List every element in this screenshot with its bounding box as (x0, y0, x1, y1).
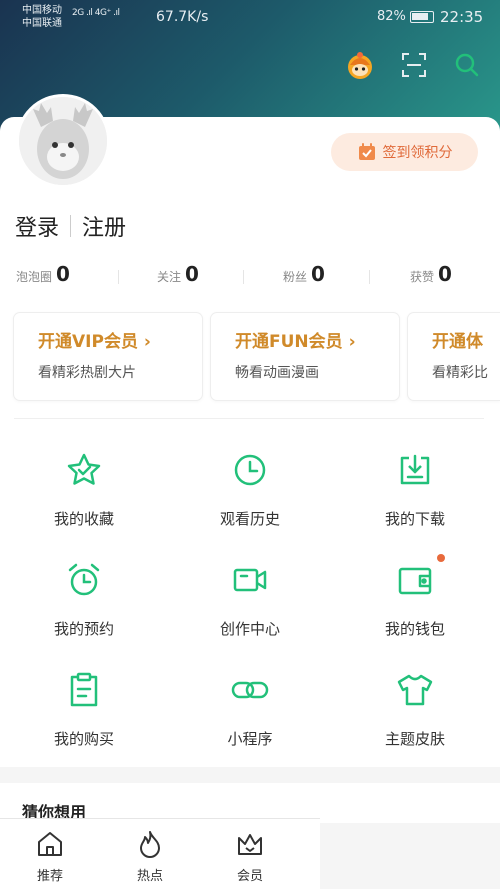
download-icon (395, 450, 435, 490)
crown-icon (238, 834, 262, 855)
notification-dot (437, 554, 445, 562)
calendar-check-icon (358, 143, 375, 160)
stat-divider (118, 270, 119, 284)
grid-label: 小程序 (227, 730, 273, 748)
vip-card-sports[interactable]: 开通体 看精彩比 (408, 313, 500, 400)
vip-card-subtitle: 看精彩热剧大片 (38, 365, 136, 381)
video-camera-icon (230, 560, 270, 600)
grid-reservations[interactable]: 我的预约 (9, 560, 159, 639)
grid-label: 我的下载 (384, 510, 445, 528)
stat-divider (243, 270, 244, 284)
stat-followers[interactable]: 粉丝 0 (283, 262, 325, 286)
signin-points-button[interactable]: 签到领积分 (331, 133, 478, 171)
signal-indicator: 2G .ıl 4G⁺ .ıl (72, 8, 120, 18)
mascot-avatar-icon[interactable] (343, 48, 377, 82)
grid-mini-programs[interactable]: 小程序 (175, 670, 325, 749)
login-link[interactable]: 登录 (15, 210, 59, 242)
grid-favorites[interactable]: 我的收藏 (9, 450, 159, 529)
star-icon (64, 450, 104, 490)
carrier-1: 中国移动 (22, 5, 62, 16)
wallet-icon (395, 554, 445, 600)
clipboard-icon (64, 670, 104, 710)
grid-label: 观看历史 (219, 510, 280, 528)
grid-label: 我的钱包 (384, 620, 445, 638)
nav-label: 热点 (136, 869, 163, 884)
stat-divider (369, 270, 370, 284)
stat-label: 粉丝 (283, 270, 308, 284)
stat-value: 0 (56, 262, 70, 286)
user-avatar[interactable] (16, 94, 110, 188)
grid-label: 我的收藏 (53, 510, 114, 528)
vip-card-vip[interactable]: 开通VIP会员 › 看精彩热剧大片 (14, 313, 202, 400)
grid-wallet[interactable]: 我的钱包 (340, 554, 490, 639)
grid-downloads[interactable]: 我的下载 (340, 450, 490, 529)
bottom-nav: 推荐 热点 会员 (0, 818, 320, 889)
vip-card-title: 开通FUN会员 › (235, 332, 356, 352)
clock: 22:35 (440, 8, 484, 26)
status-bar: 中国移动 中国联通 2G .ıl 4G⁺ .ıl 67.7K/s 82% 22:… (0, 0, 500, 36)
nav-label: 推荐 (36, 869, 63, 884)
grid-purchases[interactable]: 我的购买 (9, 670, 159, 749)
grid-history[interactable]: 观看历史 (175, 450, 325, 529)
nav-label: 会员 (236, 869, 263, 884)
stat-likes[interactable]: 获赞 0 (410, 262, 452, 286)
vip-card-subtitle: 看精彩比 (432, 365, 488, 381)
network-speed: 67.7K/s (156, 9, 209, 25)
auth-divider (70, 215, 72, 237)
stat-value: 0 (438, 262, 452, 286)
stat-label: 泡泡圈 (16, 270, 53, 284)
deer-avatar-icon (19, 97, 107, 185)
nav-hot[interactable]: 热点 (120, 829, 180, 884)
search-icon[interactable] (450, 48, 484, 82)
battery-percent: 82% (377, 9, 406, 24)
carrier-info: 中国移动 中国联通 (22, 4, 62, 30)
nav-vip[interactable]: 会员 (220, 829, 280, 884)
battery-icon (410, 11, 434, 23)
stat-label: 关注 (157, 270, 182, 284)
stat-value: 0 (185, 262, 199, 286)
vip-card-fun[interactable]: 开通FUN会员 › 畅看动画漫画 (211, 313, 399, 400)
vip-card-subtitle: 畅看动画漫画 (235, 365, 319, 381)
alarm-clock-icon (64, 560, 104, 600)
clock-icon (230, 450, 270, 490)
grid-label: 我的购买 (53, 730, 114, 748)
register-link[interactable]: 注册 (82, 210, 126, 242)
stat-following[interactable]: 关注 0 (157, 262, 199, 286)
grid-theme-skin[interactable]: 主题皮肤 (340, 670, 490, 749)
tshirt-icon (395, 670, 435, 710)
nav-recommend[interactable]: 推荐 (20, 829, 80, 884)
flame-icon (140, 831, 160, 858)
grid-creator-center[interactable]: 创作中心 (175, 560, 325, 639)
signin-label: 签到领积分 (382, 145, 453, 161)
scan-icon[interactable] (397, 48, 431, 82)
grid-label: 创作中心 (219, 620, 280, 638)
stat-label: 获赞 (410, 270, 435, 284)
stat-value: 0 (311, 262, 325, 286)
vip-card-title: 开通体 (432, 332, 483, 352)
link-icon (230, 670, 270, 710)
vip-card-title: 开通VIP会员 › (38, 332, 151, 352)
auth-links: 登录 注册 (15, 210, 126, 242)
stat-bubble-circle[interactable]: 泡泡圈 0 (16, 262, 70, 286)
section-divider (14, 418, 484, 419)
grid-label: 主题皮肤 (384, 730, 445, 748)
home-icon (38, 832, 62, 856)
guess-section: 猜你想用 (0, 783, 500, 823)
carrier-2: 中国联通 (22, 18, 62, 29)
grid-label: 我的预约 (53, 620, 114, 638)
